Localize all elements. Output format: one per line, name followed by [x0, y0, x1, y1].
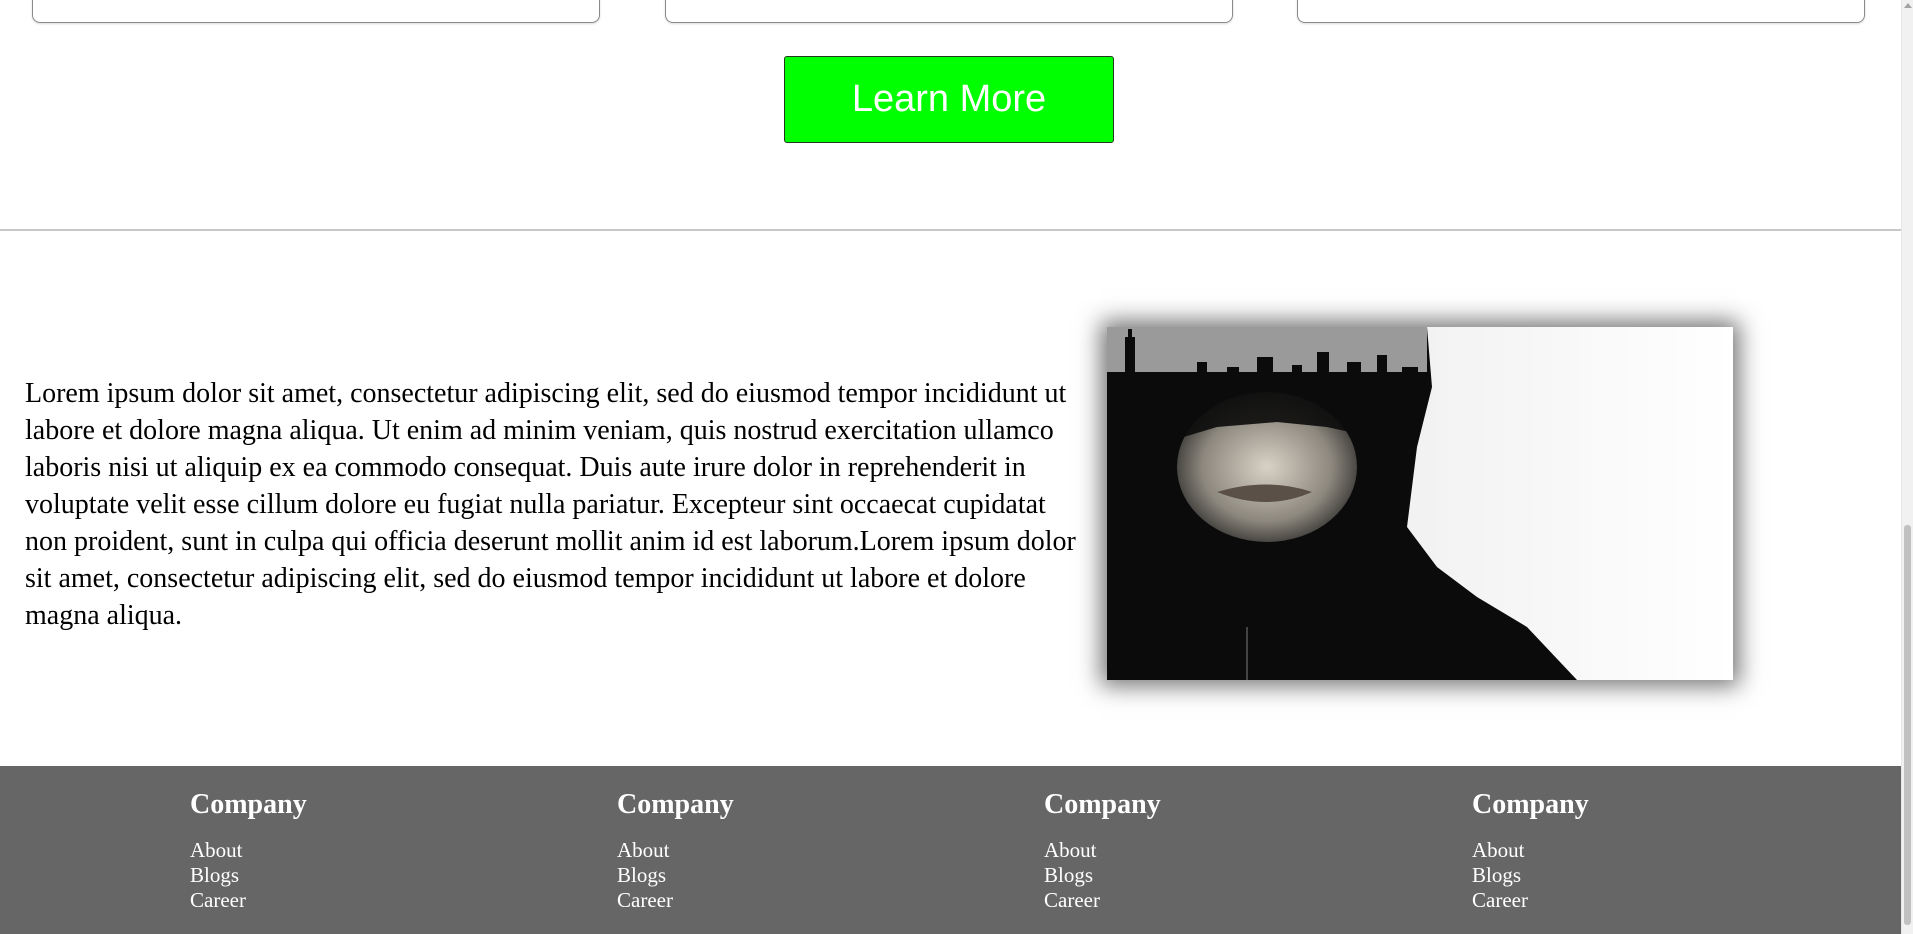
footer-heading: Company [617, 789, 734, 820]
learn-more-button[interactable]: Learn More [784, 56, 1114, 143]
scroll-up-arrow-icon[interactable] [1904, 3, 1912, 8]
footer-link-about[interactable]: About [1044, 838, 1344, 863]
footer-link-career[interactable]: Career [1472, 888, 1772, 913]
footer-column: Company About Blogs Career [1044, 788, 1344, 913]
footer-heading: Company [1472, 789, 1589, 820]
footer-column: Company About Blogs Career [617, 788, 917, 913]
footer-link-blogs[interactable]: Blogs [617, 863, 917, 888]
footer-link-career[interactable]: Career [1044, 888, 1344, 913]
footer-link-career[interactable]: Career [190, 888, 490, 913]
footer-link-career[interactable]: Career [617, 888, 917, 913]
footer-link-blogs[interactable]: Blogs [190, 863, 490, 888]
site-footer: Company About Blogs Career Company About… [0, 766, 1901, 934]
footer-link-blogs[interactable]: Blogs [1472, 863, 1772, 888]
footer-heading: Company [190, 789, 307, 820]
footer-link-about[interactable]: About [1472, 838, 1772, 863]
feature-card [32, 0, 600, 23]
footer-links: About Blogs Career [190, 838, 490, 913]
footer-link-about[interactable]: About [617, 838, 917, 863]
footer-links: About Blogs Career [1472, 838, 1772, 913]
footer-column: Company About Blogs Career [190, 788, 490, 913]
footer-links: About Blogs Career [617, 838, 917, 913]
feature-card [1297, 0, 1865, 23]
feature-card [665, 0, 1233, 23]
footer-heading: Company [1044, 789, 1161, 820]
about-paragraph: Lorem ipsum dolor sit amet, consectetur … [25, 378, 1076, 631]
page: Learn More Lorem ipsum dolor sit amet, c… [0, 0, 1901, 934]
scrollbar-thumb[interactable] [1904, 525, 1911, 925]
footer-link-about[interactable]: About [190, 838, 490, 863]
footer-link-blogs[interactable]: Blogs [1044, 863, 1344, 888]
section-divider [0, 229, 1901, 231]
footer-links: About Blogs Career [1044, 838, 1344, 913]
footer-column: Company About Blogs Career [1472, 788, 1772, 913]
hooded-figure-city-skyline-image [1107, 327, 1733, 680]
vertical-scrollbar[interactable] [1901, 0, 1913, 934]
